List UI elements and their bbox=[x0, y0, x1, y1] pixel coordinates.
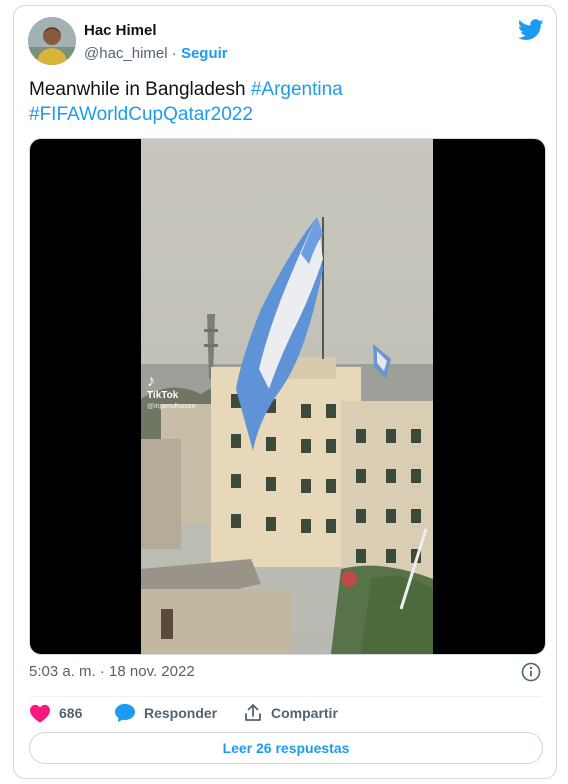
hashtag-fifaworldcup[interactable]: #FIFAWorldCupQatar2022 bbox=[29, 104, 253, 125]
divider bbox=[29, 696, 541, 697]
info-icon[interactable] bbox=[520, 661, 542, 683]
reply-button[interactable]: Responder bbox=[114, 703, 217, 723]
tweet-card[interactable]: Hac Himel @hac_himel · Seguir Meanwhile … bbox=[13, 5, 557, 779]
author-handle-row: @hac_himel · Seguir bbox=[84, 45, 228, 62]
separator-dot: · bbox=[171, 45, 177, 62]
author-handle[interactable]: @hac_himel bbox=[84, 45, 168, 62]
follow-button[interactable]: Seguir bbox=[181, 45, 228, 62]
read-replies-button[interactable]: Leer 26 respuestas bbox=[29, 732, 543, 764]
like-count: 686 bbox=[59, 705, 83, 721]
tweet-text: Meanwhile in Bangladesh #Argentina #FIFA… bbox=[29, 77, 529, 127]
hashtag-argentina[interactable]: #Argentina bbox=[251, 79, 343, 100]
share-label: Compartir bbox=[271, 705, 338, 721]
twitter-bird-icon[interactable] bbox=[517, 19, 544, 41]
video-frame: ♪ TikTok @injamulhasan bbox=[141, 139, 433, 654]
tweet-timestamp[interactable]: 5:03 a. m. · 18 nov. 2022 bbox=[29, 663, 195, 680]
share-button[interactable]: Compartir bbox=[243, 703, 338, 723]
tiktok-user: @injamulhasan bbox=[147, 403, 196, 410]
reply-bubble-icon bbox=[115, 703, 135, 723]
share-upload-icon bbox=[245, 704, 261, 721]
heart-icon bbox=[30, 704, 50, 723]
tweet-body: Meanwhile in Bangladesh bbox=[29, 79, 246, 100]
tiktok-brand: TikTok bbox=[147, 390, 179, 401]
author-name[interactable]: Hac Himel bbox=[84, 22, 157, 39]
like-button[interactable]: 686 bbox=[29, 703, 82, 723]
tweet-actions: 686 Responder Compartir bbox=[29, 703, 529, 723]
tweet-header: Hac Himel @hac_himel · Seguir bbox=[28, 17, 544, 67]
avatar[interactable] bbox=[28, 17, 76, 65]
tweet-video[interactable]: ♪ TikTok @injamulhasan bbox=[29, 138, 546, 655]
reply-label: Responder bbox=[144, 705, 218, 721]
tiktok-watermark: ♪ TikTok @injamulhasan bbox=[147, 374, 195, 412]
tiktok-note-icon: ♪ bbox=[147, 373, 155, 390]
